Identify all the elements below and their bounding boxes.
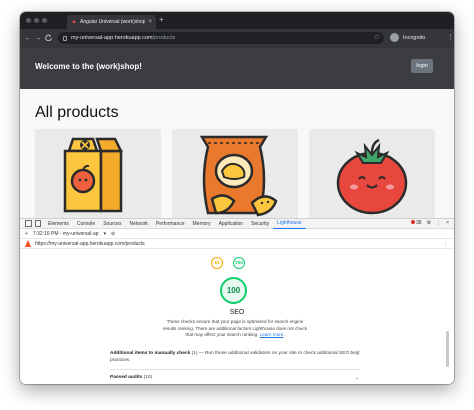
lighthouse-logo-icon <box>25 240 31 247</box>
category-title: SEO <box>229 309 245 316</box>
reload-button[interactable] <box>43 34 53 43</box>
product-card[interactable] <box>35 129 161 218</box>
devtools-tab-bar: Elements Console Sources Network Perform… <box>20 219 454 229</box>
browser-window: ▲ Angular Universal (work)shop × + ← → m… <box>20 12 454 384</box>
incognito-icon <box>390 33 399 42</box>
passed-audits-heading: Passed audits <box>110 375 143 380</box>
error-count: 38 <box>416 220 422 226</box>
tab-elements[interactable]: Elements <box>44 219 73 229</box>
back-button[interactable]: ← <box>23 35 33 42</box>
expand-chevron-icon[interactable]: ⌄ <box>355 375 359 381</box>
page-viewport: Welcome to the (work)shop! login All pro… <box>20 48 454 218</box>
url-path: /products <box>152 35 176 41</box>
login-button[interactable]: login <box>411 59 433 73</box>
passed-audits-group[interactable]: Passed audits (10) <box>110 375 360 382</box>
devtools-close-icon[interactable]: × <box>446 220 449 226</box>
close-window-button[interactable] <box>26 18 31 23</box>
tab-lighthouse[interactable]: Lighthouse <box>273 218 306 229</box>
seo-score-gauge: 100 <box>220 277 247 304</box>
bookmark-star-icon[interactable]: ☆ <box>374 34 380 41</box>
address-bar[interactable]: my-universal-app.herokuapp.com/products … <box>58 32 384 44</box>
tab-network[interactable]: Network <box>126 219 152 229</box>
report-selector[interactable]: 7:32:16 PM - my-universal-ap <box>33 231 99 237</box>
dropdown-chevron-icon[interactable]: ▾ <box>104 231 107 237</box>
clear-report-icon[interactable]: ⊘ <box>111 231 115 237</box>
devtools-actions: 38 ⚙ ⋮ × <box>410 220 449 226</box>
tab-close-icon[interactable]: × <box>148 19 152 25</box>
manual-checks-count: (1) <box>191 351 198 356</box>
profile-label: Incognito <box>403 34 426 41</box>
lock-icon <box>63 35 67 41</box>
devtools-panel: Elements Console Sources Network Perform… <box>20 218 454 384</box>
error-icon <box>410 220 415 224</box>
performance-gauge[interactable]: 61 <box>211 257 223 269</box>
angular-favicon-icon: ▲ <box>71 19 77 25</box>
profile-chip[interactable]: Incognito <box>390 33 425 42</box>
devtools-menu-icon[interactable]: ⋮ <box>436 220 441 226</box>
tab-performance[interactable]: Performance <box>152 219 189 229</box>
tab-strip: ▲ Angular Universal (work)shop × + <box>20 12 454 29</box>
url-text: my-universal-app.herokuapp.com/products <box>71 35 175 41</box>
add-report-icon[interactable]: + <box>25 231 28 237</box>
reload-icon <box>44 34 52 42</box>
report-url-bar: https://my-universal-app.herokuapp.com/p… <box>20 239 454 249</box>
new-tab-button[interactable]: + <box>159 16 164 24</box>
category-description-text: These checks ensure that your page is op… <box>162 319 308 337</box>
product-card[interactable] <box>309 129 435 218</box>
manual-checks-heading: Additional items to manually check <box>110 351 191 356</box>
url-host: my-universal-app.herokuapp.com <box>71 35 153 41</box>
report-url: https://my-universal-app.herokuapp.com/p… <box>35 240 145 247</box>
scrollbar[interactable] <box>446 331 449 367</box>
tab-security[interactable]: Security <box>247 219 273 229</box>
accessibility-gauge[interactable]: 100 <box>233 257 245 269</box>
error-counter[interactable]: 38 <box>410 220 422 226</box>
passed-audits-count: (10) <box>143 375 153 380</box>
forward-button[interactable]: → <box>33 35 43 42</box>
app-header: Welcome to the (work)shop! login <box>20 48 454 89</box>
product-card[interactable] <box>172 129 298 218</box>
inspect-element-icon[interactable] <box>25 220 32 227</box>
app-title: Welcome to the (work)shop! <box>35 62 142 71</box>
tab-application[interactable]: Application <box>215 219 247 229</box>
tab-sources[interactable]: Sources <box>99 219 125 229</box>
maximize-window-button[interactable] <box>42 18 47 23</box>
browser-tab[interactable]: ▲ Angular Universal (work)shop × <box>67 15 156 29</box>
score-gauges: 61 100 <box>211 257 245 269</box>
tab-memory[interactable]: Memory <box>189 219 215 229</box>
learn-more-link[interactable]: Learn more <box>260 332 284 337</box>
tomato-icon <box>336 138 408 215</box>
tab-title: Angular Universal (work)shop <box>80 19 146 25</box>
expand-chevron-icon[interactable]: ⌄ <box>355 351 359 357</box>
device-toolbar-icon[interactable] <box>35 220 41 227</box>
juice-carton-icon <box>63 137 124 213</box>
divider <box>110 369 360 370</box>
minimize-window-button[interactable] <box>34 18 39 23</box>
browser-toolbar: ← → my-universal-app.herokuapp.com/produ… <box>20 29 454 48</box>
manual-checks-group[interactable]: Additional items to manually check (1) —… <box>110 351 360 364</box>
tab-console[interactable]: Console <box>73 219 99 229</box>
report-menu-icon[interactable]: ⋮ <box>443 241 448 247</box>
browser-menu-icon[interactable]: ⋮ <box>447 33 454 43</box>
lighthouse-toolbar: + 7:32:16 PM - my-universal-ap ▾ ⊘ <box>20 230 454 239</box>
settings-gear-icon[interactable]: ⚙ <box>427 220 431 226</box>
page-title: All products <box>35 104 119 121</box>
category-description: These checks ensure that your page is op… <box>162 319 308 337</box>
chips-bag-icon <box>199 135 278 217</box>
